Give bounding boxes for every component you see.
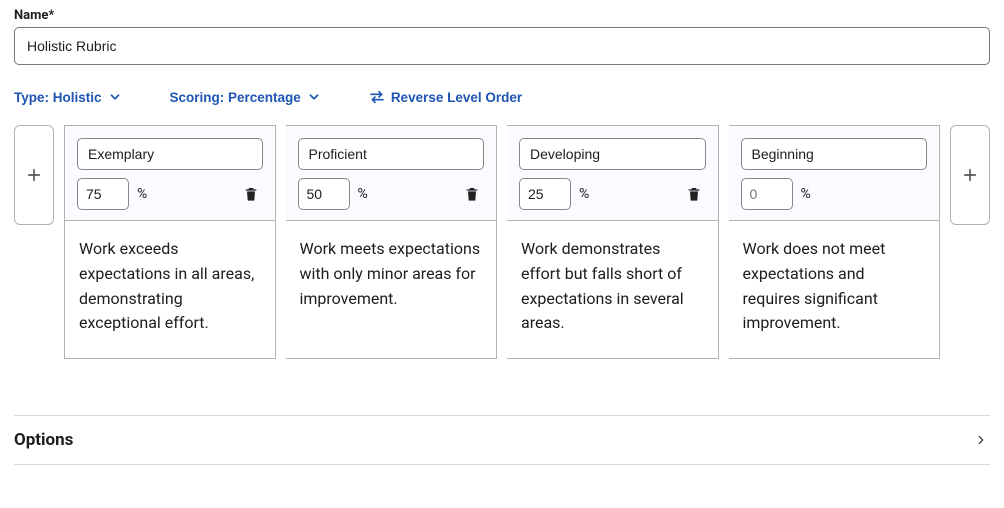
level-column: % Work meets expectations with only mino… xyxy=(286,125,498,359)
add-level-left-button[interactable] xyxy=(14,125,54,225)
level-description[interactable]: Work meets expectations with only minor … xyxy=(286,221,498,359)
options-title: Options xyxy=(14,430,73,450)
level-score-input[interactable] xyxy=(298,178,350,210)
trash-icon xyxy=(464,186,480,202)
score-unit: % xyxy=(579,186,589,202)
swap-arrows-icon xyxy=(369,89,385,105)
score-unit: % xyxy=(137,186,147,202)
level-column: % Work exceeds expectations in all areas… xyxy=(64,125,276,359)
scoring-dropdown[interactable]: Scoring: Percentage xyxy=(170,90,321,105)
reverse-level-order-button[interactable]: Reverse Level Order xyxy=(369,89,522,105)
reverse-level-order-label: Reverse Level Order xyxy=(391,90,522,105)
delete-level-button[interactable] xyxy=(460,182,484,206)
score-unit: % xyxy=(801,186,811,202)
level-score-row: % xyxy=(298,178,485,210)
level-score-row: % xyxy=(519,178,706,210)
level-column: % Work demonstrates effort but falls sho… xyxy=(507,125,719,359)
level-header: % xyxy=(64,125,276,221)
trash-icon xyxy=(243,186,259,202)
level-score-input[interactable] xyxy=(741,178,793,210)
level-column: % Work does not meet expectations and re… xyxy=(729,125,941,359)
plus-icon xyxy=(25,166,43,184)
type-dropdown[interactable]: Type: Holistic xyxy=(14,90,122,105)
level-name-input[interactable] xyxy=(519,138,706,170)
level-score-input[interactable] xyxy=(77,178,129,210)
level-name-input[interactable] xyxy=(77,138,263,170)
chevron-right-icon xyxy=(974,433,988,447)
level-description[interactable]: Work does not meet expectations and requ… xyxy=(729,221,941,359)
scoring-dropdown-label: Scoring: Percentage xyxy=(170,90,301,105)
delete-level-button[interactable] xyxy=(239,182,263,206)
level-description[interactable]: Work exceeds expectations in all areas, … xyxy=(64,221,276,359)
level-header: % xyxy=(286,125,498,221)
level-description[interactable]: Work demonstrates effort but falls short… xyxy=(507,221,719,359)
level-name-input[interactable] xyxy=(298,138,485,170)
level-score-row: % xyxy=(77,178,263,210)
name-input[interactable] xyxy=(14,27,990,65)
level-header: % xyxy=(507,125,719,221)
level-name-input[interactable] xyxy=(741,138,928,170)
level-header: % xyxy=(729,125,941,221)
trash-icon xyxy=(686,186,702,202)
options-accordion[interactable]: Options xyxy=(14,416,990,465)
chevron-down-icon xyxy=(108,90,122,104)
delete-level-button[interactable] xyxy=(682,182,706,206)
plus-icon xyxy=(961,166,979,184)
score-unit: % xyxy=(358,186,368,202)
name-label: Name* xyxy=(14,8,990,23)
chevron-down-icon xyxy=(307,90,321,104)
type-dropdown-label: Type: Holistic xyxy=(14,90,102,105)
add-level-right-button[interactable] xyxy=(950,125,990,225)
level-score-row: % xyxy=(741,178,928,210)
level-score-input[interactable] xyxy=(519,178,571,210)
